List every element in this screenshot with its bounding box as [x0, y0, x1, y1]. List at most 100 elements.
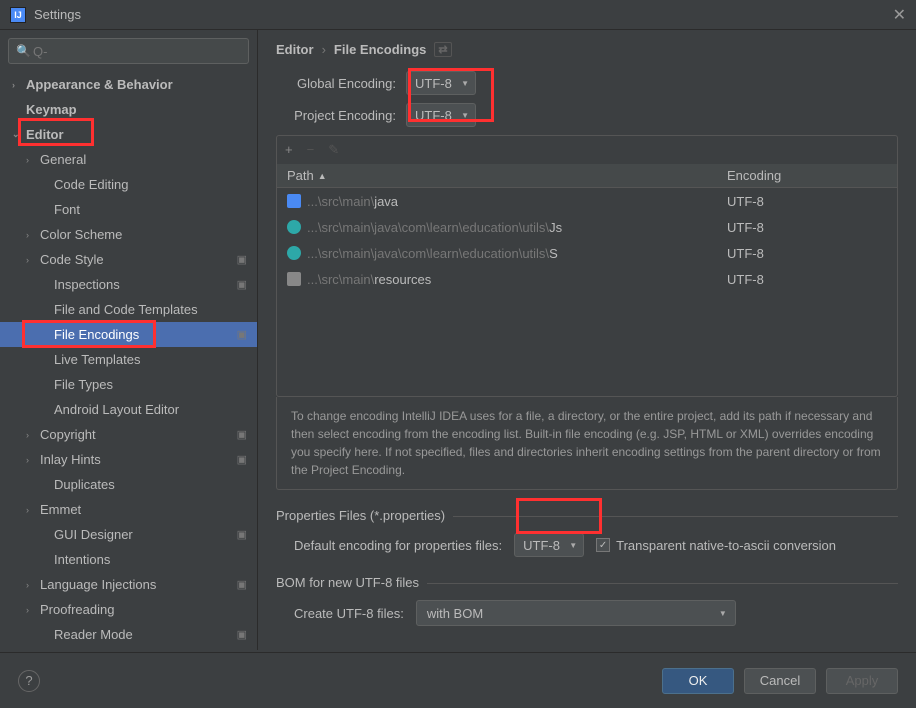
cancel-button[interactable]: Cancel [744, 668, 816, 694]
sidebar-item-general[interactable]: ›General [0, 147, 257, 172]
bom-combo[interactable]: with BOM ▼ [416, 600, 736, 626]
arrow-icon: › [26, 580, 40, 590]
sidebar-item-code-style[interactable]: ›Code Style▣ [0, 247, 257, 272]
help-icon[interactable]: ? [18, 670, 40, 692]
bom-label: Create UTF-8 files: [294, 606, 404, 621]
sidebar-item-label: Duplicates [54, 477, 115, 492]
scope-badge-icon: ▣ [237, 428, 247, 441]
sidebar-item-label: General [40, 152, 86, 167]
sidebar-item-keymap[interactable]: Keymap [0, 97, 257, 122]
sort-asc-icon: ▲ [318, 171, 327, 181]
properties-section-title: Properties Files (*.properties) [276, 508, 898, 523]
sidebar-item-label: GUI Designer [54, 527, 133, 542]
scope-badge-icon: ▣ [237, 278, 247, 291]
sidebar-item-label: File Encodings [54, 327, 139, 342]
arrow-icon: › [26, 230, 40, 240]
window-title: Settings [34, 7, 81, 22]
table-body: ...\src\main\javaUTF-8...\src\main\java\… [277, 188, 897, 396]
java-icon [287, 246, 301, 260]
sidebar-item-label: Android Layout Editor [54, 402, 179, 417]
global-encoding-label: Global Encoding: [276, 76, 396, 91]
sidebar-item-label: Reader Mode [54, 627, 133, 642]
arrow-icon: › [26, 505, 40, 515]
title-bar: IJ Settings ✕ [0, 0, 916, 30]
arrow-icon: › [26, 255, 40, 265]
sidebar-item-label: Live Templates [54, 352, 140, 367]
encoding-cell[interactable]: UTF-8 [717, 220, 897, 235]
sidebar-item-inlay-hints[interactable]: ›Inlay Hints▣ [0, 447, 257, 472]
project-encoding-combo[interactable]: UTF-8 ▼ [406, 103, 476, 127]
sidebar-item-label: Copyright [40, 427, 96, 442]
transparent-ascii-checkbox[interactable]: ✓ Transparent native-to-ascii conversion [596, 538, 836, 553]
global-encoding-value: UTF-8 [415, 76, 452, 91]
table-row[interactable]: ...\src\main\java\com\learn\education\ut… [277, 240, 897, 266]
encoding-cell[interactable]: UTF-8 [717, 194, 897, 209]
search-wrap: 🔍 [8, 38, 249, 64]
sidebar-item-file-encodings[interactable]: File Encodings▣ [0, 322, 257, 347]
encoding-cell[interactable]: UTF-8 [717, 272, 897, 287]
encoding-table: + − ✎ Path ▲ Encoding ...\src\main\javaU… [276, 135, 898, 397]
scope-badge-icon: ▣ [237, 453, 247, 466]
chevron-down-icon: ▼ [569, 541, 577, 550]
res-icon [287, 272, 301, 286]
app-icon: IJ [10, 7, 26, 23]
edit-icon[interactable]: ✎ [328, 142, 339, 158]
sidebar-item-label: Emmet [40, 502, 81, 517]
sidebar-item-copyright[interactable]: ›Copyright▣ [0, 422, 257, 447]
sidebar-item-reader-mode[interactable]: Reader Mode ▣ [0, 622, 257, 647]
sidebar-item-label: Font [54, 202, 80, 217]
col-path[interactable]: Path ▲ [277, 168, 717, 183]
sidebar-item-file-and-code-templates[interactable]: File and Code Templates [0, 297, 257, 322]
apply-button[interactable]: Apply [826, 668, 898, 694]
sidebar-item-font[interactable]: Font [0, 197, 257, 222]
sidebar-item-label: File Types [54, 377, 113, 392]
sidebar-item-color-scheme[interactable]: ›Color Scheme [0, 222, 257, 247]
breadcrumb-root[interactable]: Editor [276, 42, 314, 57]
dialog-footer: ? OK Cancel Apply [0, 652, 916, 708]
arrow-icon: › [26, 605, 40, 615]
table-header: Path ▲ Encoding [277, 164, 897, 188]
remove-icon[interactable]: − [307, 142, 315, 158]
sidebar-item-appearance-behavior[interactable]: ›Appearance & Behavior [0, 72, 257, 97]
sidebar-item-language-injections[interactable]: ›Language Injections▣ [0, 572, 257, 597]
sidebar-item-editor[interactable]: ⌄Editor [0, 122, 257, 147]
global-encoding-combo[interactable]: UTF-8 ▼ [406, 71, 476, 95]
ok-button[interactable]: OK [662, 668, 734, 694]
table-row[interactable]: ...\src\main\java\com\learn\education\ut… [277, 214, 897, 240]
history-icon[interactable]: ⇄ [434, 42, 451, 57]
info-text: To change encoding IntelliJ IDEA uses fo… [276, 397, 898, 490]
sidebar-item-emmet[interactable]: ›Emmet [0, 497, 257, 522]
add-icon[interactable]: + [285, 142, 293, 158]
sidebar-item-inspections[interactable]: Inspections▣ [0, 272, 257, 297]
sidebar-item-live-templates[interactable]: Live Templates [0, 347, 257, 372]
props-encoding-combo[interactable]: UTF-8 ▼ [514, 533, 584, 557]
sidebar-item-label: Code Style [40, 252, 104, 267]
props-encoding-value: UTF-8 [523, 538, 560, 553]
sidebar-item-label: Keymap [26, 102, 77, 117]
col-encoding[interactable]: Encoding [717, 168, 897, 183]
sidebar-item-label: File and Code Templates [54, 302, 198, 317]
scope-badge-icon: ▣ [237, 528, 247, 541]
sidebar: 🔍 ›Appearance & BehaviorKeymap⌄Editor›Ge… [0, 30, 258, 650]
project-encoding-label: Project Encoding: [276, 108, 396, 123]
arrow-icon: › [26, 155, 40, 165]
scope-badge-icon: ▣ [237, 628, 247, 641]
sidebar-item-android-layout-editor[interactable]: Android Layout Editor [0, 397, 257, 422]
close-icon[interactable]: ✕ [893, 5, 906, 25]
table-row[interactable]: ...\src\main\javaUTF-8 [277, 188, 897, 214]
table-row[interactable]: ...\src\main\resourcesUTF-8 [277, 266, 897, 292]
encoding-cell[interactable]: UTF-8 [717, 246, 897, 261]
sidebar-item-intentions[interactable]: Intentions [0, 547, 257, 572]
sidebar-item-code-editing[interactable]: Code Editing [0, 172, 257, 197]
bom-section-title: BOM for new UTF-8 files [276, 575, 898, 590]
checkbox-label: Transparent native-to-ascii conversion [616, 538, 836, 553]
breadcrumb-leaf: File Encodings [334, 42, 426, 57]
sidebar-item-duplicates[interactable]: Duplicates [0, 472, 257, 497]
checkbox-checked-icon: ✓ [596, 538, 610, 552]
sidebar-item-gui-designer[interactable]: GUI Designer ▣ [0, 522, 257, 547]
sidebar-item-proofreading[interactable]: ›Proofreading [0, 597, 257, 622]
folder-icon [287, 194, 301, 208]
search-input[interactable] [8, 38, 249, 64]
sidebar-item-file-types[interactable]: File Types [0, 372, 257, 397]
sidebar-item-label: Language Injections [40, 577, 156, 592]
